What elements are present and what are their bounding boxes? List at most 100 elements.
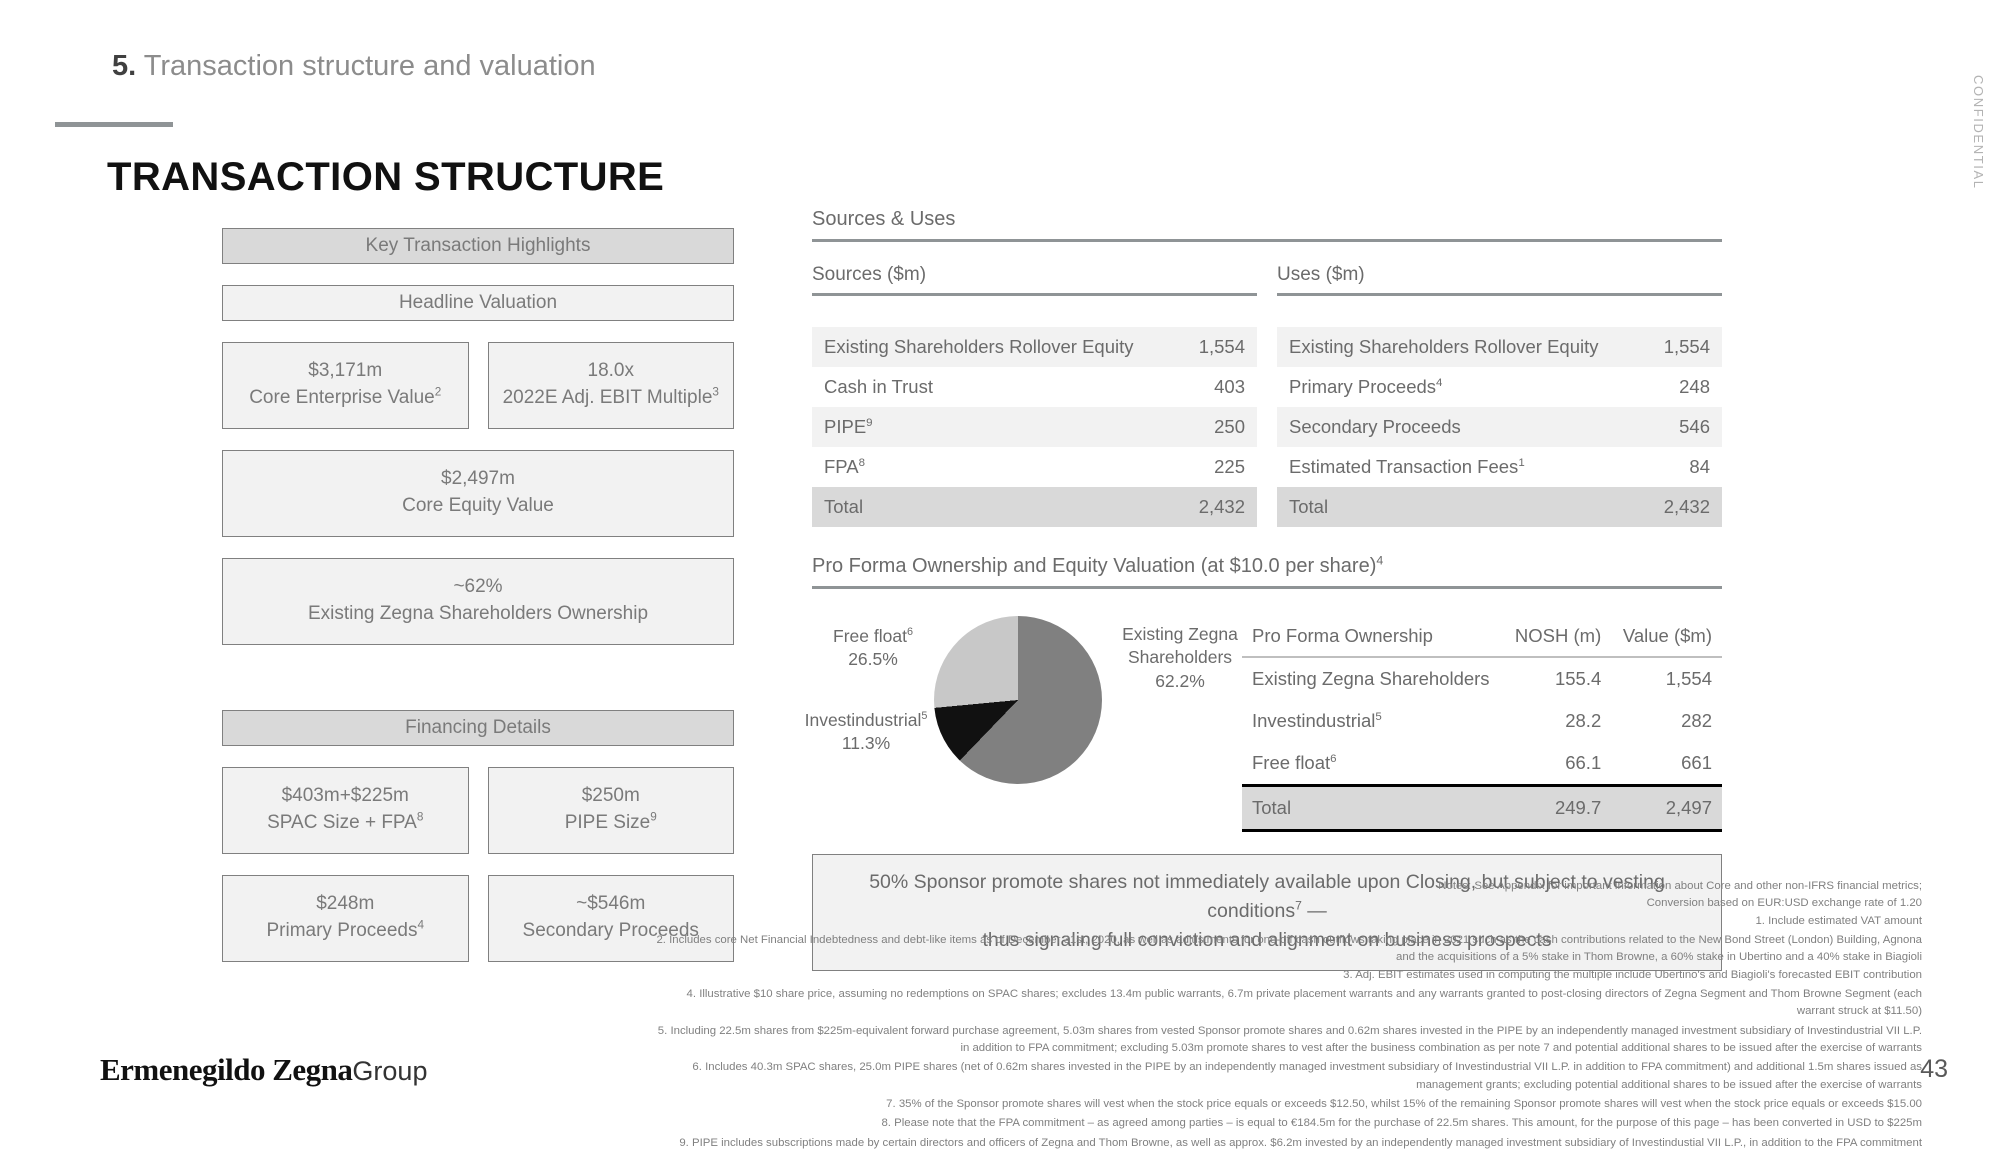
metric-value: 18.0x	[587, 360, 634, 381]
footnote-ref: 2	[434, 385, 442, 399]
footnote-ref: 4	[1436, 376, 1443, 389]
table-row: Existing Shareholders Rollover Equity 1,…	[812, 326, 1257, 367]
row-value: 1,554	[1665, 667, 1712, 689]
pie-label-value: 26.5%	[848, 649, 898, 670]
metric-label: Core Equity Value	[402, 494, 554, 516]
sources-header: Sources ($m)	[812, 264, 927, 285]
row-label: Existing Shareholders Rollover Equity	[1277, 326, 1645, 367]
row-label: Total	[812, 486, 1180, 527]
footnote-ref: 8	[858, 456, 865, 469]
metric-pipe-size: $250m PIPE Size9	[487, 766, 734, 854]
row-value: 2,497	[1611, 783, 1722, 832]
row-label: Total	[1242, 783, 1504, 832]
metric-row-equity-value: $2,497m Core Equity Value	[222, 449, 734, 537]
metric-row-ownership: ~62% Existing Zegna Shareholders Ownersh…	[222, 557, 734, 645]
confidential-label: CONFIDENTIAL	[1971, 75, 1986, 190]
section-number: 5.	[112, 50, 137, 82]
row-nosh: 249.7	[1503, 783, 1612, 832]
footnote-ref: 1	[1518, 456, 1525, 469]
metric-value: $248m	[316, 892, 375, 914]
pie-slices	[934, 615, 1102, 784]
table-row: PIPE9 250	[812, 406, 1257, 447]
key-highlights-panel: Key Transaction Highlights Headline Valu…	[222, 228, 734, 983]
header-divider	[55, 122, 173, 127]
table-row: FPA8 225	[812, 447, 1257, 487]
footnote-line: 7. 35% of the Sponsor promote shares wil…	[886, 1097, 1922, 1110]
uses-table: Existing Shareholders Rollover Equity 1,…	[1277, 326, 1722, 527]
metric-value: $250m	[581, 784, 640, 806]
table-header-row: Pro Forma Ownership NOSH (m) Value ($m)	[1242, 623, 1722, 657]
pro-forma-table-wrap: Pro Forma Ownership NOSH (m) Value ($m) …	[1242, 611, 1722, 832]
metric-label: Existing Zegna Shareholders Ownership	[307, 602, 649, 624]
metric-primary-proceeds: $248m Primary Proceeds4	[222, 874, 469, 962]
metric-label: SPAC Size + FPA8	[267, 810, 424, 833]
pie-label-free-float: Free float6 26.5%	[812, 625, 934, 672]
footnote-line: 5. Including 22.5m shares from $225m-equ…	[657, 1024, 1922, 1037]
footnote-ref: 6	[1330, 752, 1337, 765]
row-value: 2,432	[1644, 486, 1722, 527]
sources-uses-panel: Sources & Uses Sources ($m) Existing Sha…	[805, 208, 1722, 972]
row-value: 1,554	[1179, 326, 1257, 367]
row-value: 248	[1679, 375, 1710, 397]
uses-column: Uses ($m) Existing Shareholders Rollover…	[1277, 264, 1722, 527]
pro-forma-content: Free float6 26.5% Investindustrial5 11.3…	[805, 611, 1722, 832]
table-row: Secondary Proceeds 546	[1277, 406, 1722, 447]
row-value: 2,432	[1179, 486, 1257, 527]
footnote-ref: 5	[1375, 710, 1382, 723]
footnote-line: warrant struck at $11.50)	[1796, 1005, 1922, 1018]
footnote-line: 8. Please note that the FPA commitment –…	[881, 1117, 1922, 1130]
pie-label-value: 11.3%	[841, 733, 891, 754]
page-number: 43	[1920, 1055, 1948, 1083]
financing-details-band: Financing Details	[222, 709, 734, 746]
footnote-line: Conversion based on EUR:USD exchange rat…	[1646, 897, 1922, 910]
metric-core-enterprise-value: $3,171m Core Enterprise Value2	[222, 342, 469, 429]
row-value: 546	[1644, 406, 1722, 447]
sources-header-divider	[812, 293, 1257, 296]
metric-label: 2022E Adj. EBIT Multiple3	[502, 385, 719, 408]
footnote-ref: 9	[650, 810, 657, 824]
pie-label-value: 62.2%	[1155, 670, 1205, 691]
footnotes: Notes: See Appendix for important inform…	[470, 878, 1922, 1152]
pro-forma-divider	[812, 585, 1722, 589]
row-label: PIPE9	[812, 406, 1180, 447]
uses-header: Uses ($m)	[1277, 264, 1365, 285]
footnote-line: in addition to FPA commitment; excluding…	[960, 1041, 1922, 1054]
slide: 5. Transaction structure and valuation T…	[0, 0, 2000, 1149]
metric-value: $2,497m	[441, 467, 515, 489]
row-label: Existing Zegna Shareholders	[1252, 667, 1490, 689]
page-title: TRANSACTION STRUCTURE	[107, 155, 665, 199]
footnote-line: management grants; excluding potential a…	[1416, 1078, 1922, 1091]
metric-label: Primary Proceeds4	[266, 918, 425, 941]
metric-value: $3,171m	[308, 360, 383, 381]
table-row: Primary Proceeds4 248	[1277, 367, 1722, 407]
row-value: 403	[1214, 375, 1245, 397]
section-title: Transaction structure and valuation	[143, 50, 596, 82]
table-row: Free float6 66.1 661	[1242, 742, 1722, 786]
row-label: Existing Shareholders Rollover Equity	[812, 326, 1180, 367]
ownership-pie-chart: Free float6 26.5% Investindustrial5 11.3…	[805, 611, 1242, 796]
row-label: Estimated Transaction Fees1	[1289, 455, 1525, 477]
headline-valuation-band: Headline Valuation	[222, 285, 734, 321]
sources-uses-tables: Sources ($m) Existing Shareholders Rollo…	[812, 264, 1722, 527]
pie-label-existing-shareholders: Existing Zegna Shareholders 62.2%	[1110, 623, 1250, 694]
footnote-ref: 3	[712, 385, 719, 399]
pro-forma-title: Pro Forma Ownership and Equity Valuation…	[812, 552, 1384, 577]
sources-column: Sources ($m) Existing Shareholders Rollo…	[812, 264, 1257, 527]
sources-uses-divider	[812, 239, 1722, 242]
footnote-line: Notes: See Appendix for important inform…	[1438, 880, 1922, 892]
footnote-line: 4. Illustrative $10 share price, assumin…	[686, 987, 1922, 1000]
footnote-line: 2. Includes core Net Financial Indebtedn…	[656, 933, 1922, 946]
row-value: 282	[1681, 709, 1712, 731]
footnote-line: 9. PIPE includes subscriptions made by c…	[679, 1136, 1922, 1149]
metric-label: Core Enterprise Value2	[249, 385, 442, 408]
footnote-line: 1. Include estimated VAT amount	[1755, 914, 1922, 927]
table-row-total: Total 2,432	[812, 486, 1257, 527]
row-label: Investindustrial5	[1252, 709, 1382, 731]
footnote-line: 3. Adj. EBIT estimates used in computing…	[1343, 968, 1922, 981]
footnote-line: 6. Includes 40.3m SPAC shares, 25.0m PIP…	[692, 1061, 1922, 1074]
metric-label: PIPE Size9	[564, 810, 657, 833]
metric-value: ~62%	[453, 575, 503, 597]
sources-uses-title: Sources & Uses	[812, 208, 956, 230]
row-value: 250	[1179, 406, 1257, 447]
row-label: FPA8	[824, 455, 865, 477]
